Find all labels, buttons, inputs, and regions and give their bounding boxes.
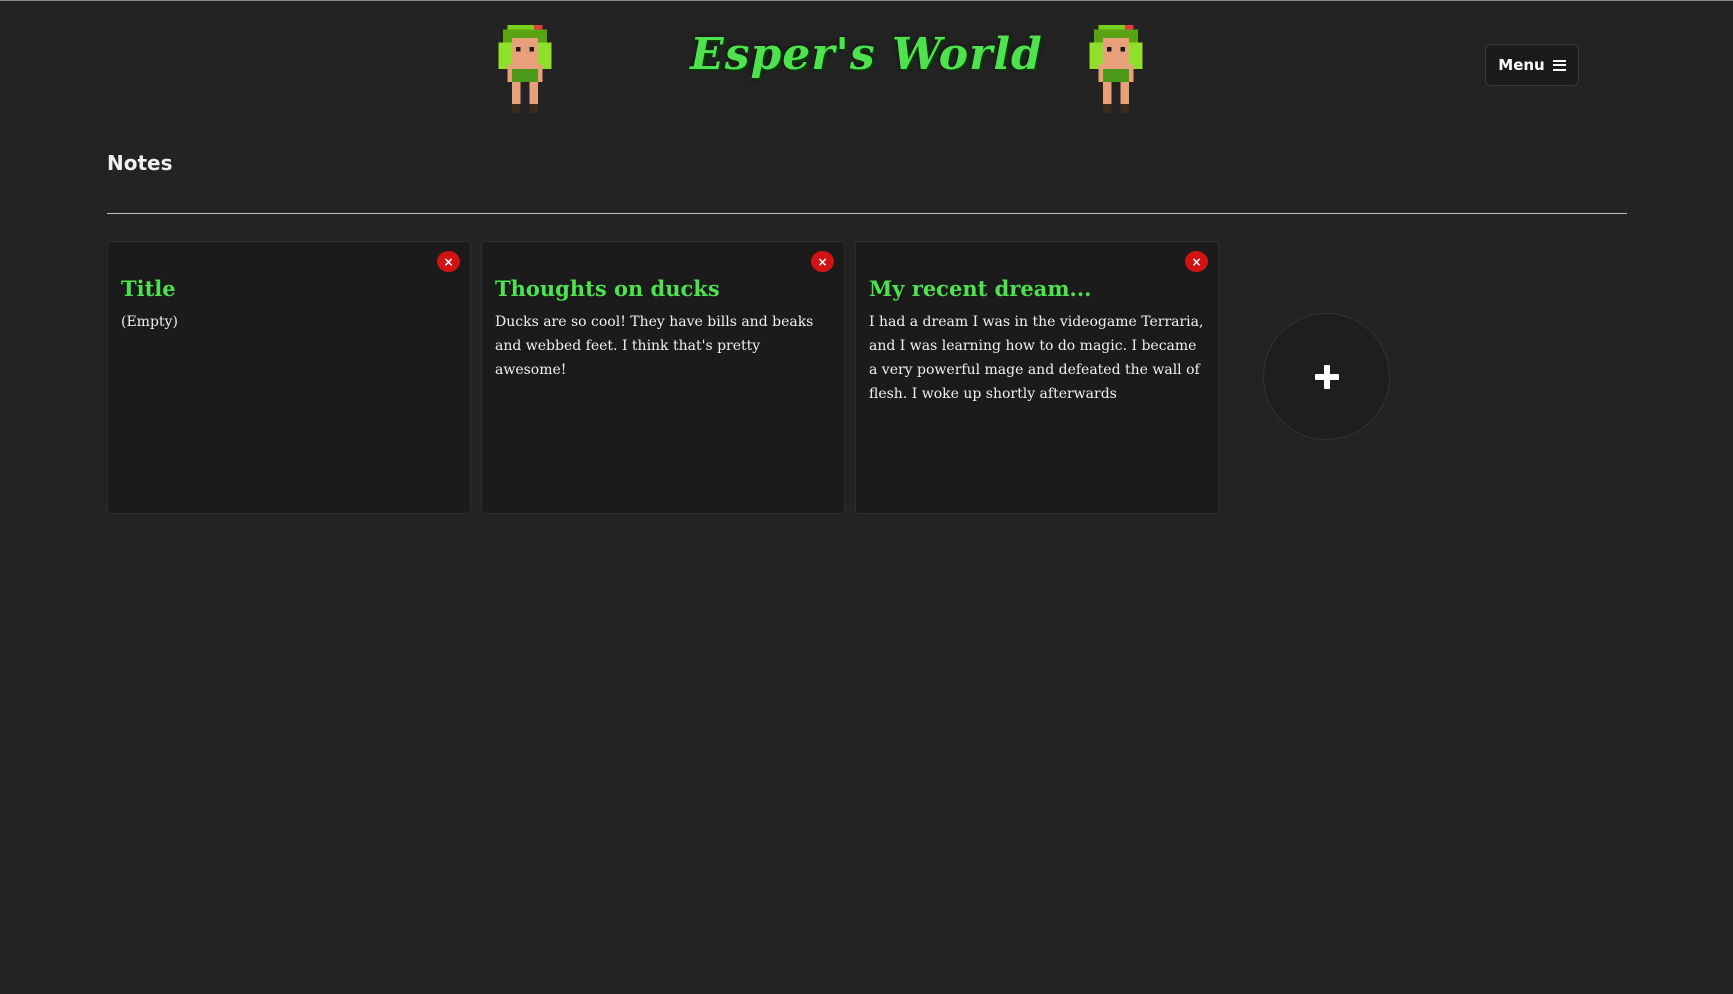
note-title[interactable]: My recent dream... xyxy=(869,276,1178,301)
plus-icon xyxy=(1314,364,1339,389)
site-header: Esper's World Menu xyxy=(0,1,1733,121)
note-body[interactable]: Ducks are so cool! They have bills and b… xyxy=(495,310,832,382)
page-title: Notes xyxy=(107,151,173,175)
add-note-button[interactable] xyxy=(1263,313,1390,440)
notes-list: × Title (Empty) × Thoughts on ducks Duck… xyxy=(107,241,1627,515)
close-icon: × xyxy=(443,254,454,269)
menu-button[interactable]: Menu xyxy=(1485,44,1579,86)
close-icon: × xyxy=(1191,254,1202,269)
delete-note-button[interactable]: × xyxy=(1185,251,1208,272)
site-title: Esper's World xyxy=(690,29,1043,80)
dryad-sprite-icon xyxy=(1089,25,1143,113)
delete-note-button[interactable]: × xyxy=(437,251,460,272)
note-card[interactable]: × Thoughts on ducks Ducks are so cool! T… xyxy=(481,241,845,514)
delete-note-button[interactable]: × xyxy=(811,251,834,272)
divider xyxy=(107,213,1627,214)
note-body[interactable]: (Empty) xyxy=(121,310,458,334)
note-card[interactable]: × My recent dream... I had a dream I was… xyxy=(855,241,1219,514)
note-card[interactable]: × Title (Empty) xyxy=(107,241,471,514)
note-title[interactable]: Thoughts on ducks xyxy=(495,276,804,301)
menu-label: Menu xyxy=(1498,56,1545,74)
note-title[interactable]: Title xyxy=(121,276,430,301)
note-body[interactable]: I had a dream I was in the videogame Ter… xyxy=(869,310,1206,406)
hamburger-icon xyxy=(1552,59,1566,71)
close-icon: × xyxy=(817,254,828,269)
